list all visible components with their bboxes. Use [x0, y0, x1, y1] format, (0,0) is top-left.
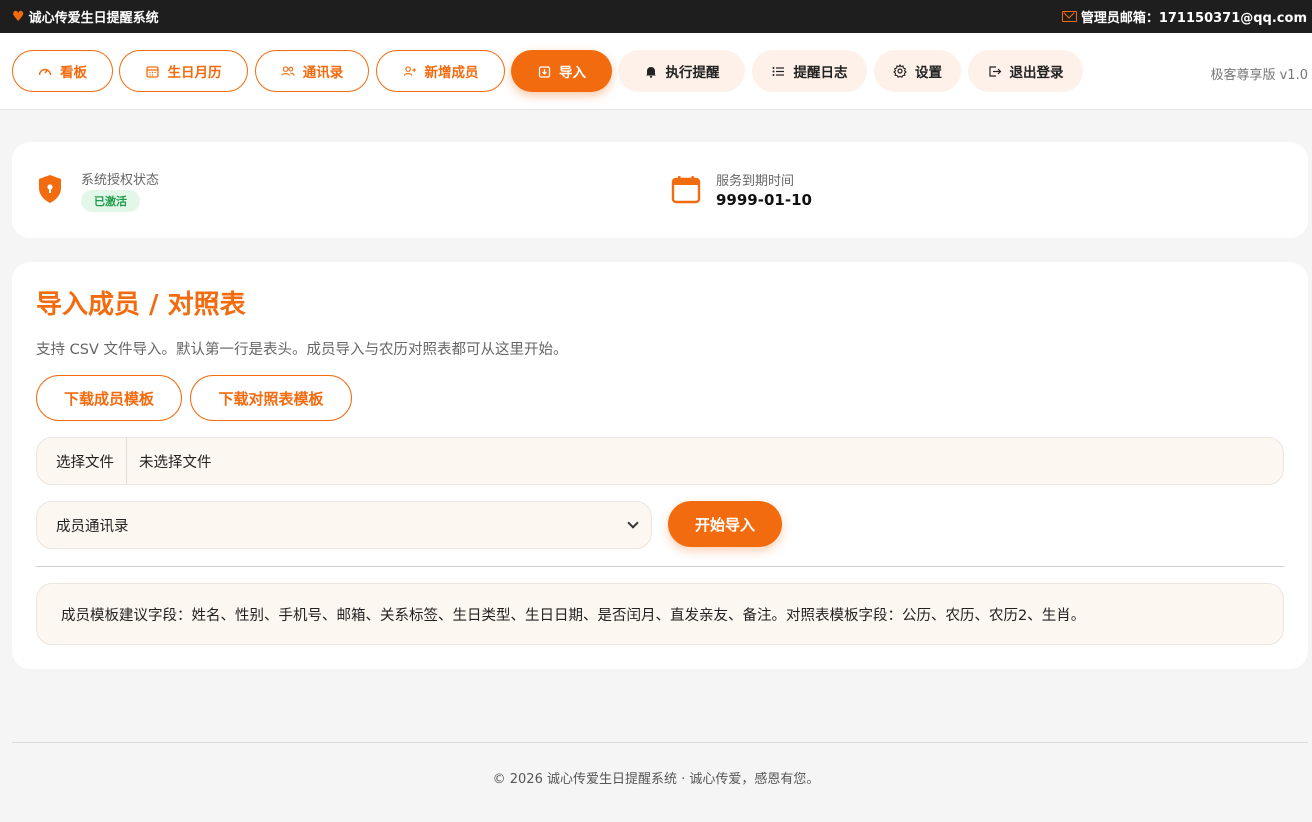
- user-plus-icon: [403, 65, 417, 77]
- license-status-badge: 已激活: [81, 190, 140, 212]
- nav-run-reminder-button[interactable]: 执行提醒: [618, 50, 745, 92]
- nav-import-label: 导入: [559, 65, 586, 81]
- license-status-label: 系统授权状态: [81, 173, 160, 188]
- download-tray-icon: [537, 65, 551, 78]
- nav-reminder-log-label: 提醒日志: [793, 65, 848, 81]
- heart-icon: ♥: [12, 8, 25, 25]
- shield-icon: [39, 175, 61, 203]
- calendar-icon: [671, 176, 701, 204]
- nav-logout-button[interactable]: 退出登录: [968, 50, 1083, 92]
- nav-dashboard-button[interactable]: 看板: [12, 50, 113, 92]
- import-card: 导入成员 / 对照表 支持 CSV 文件导入。默认第一行是表头。成员导入与农历对…: [12, 262, 1308, 669]
- nav-import-button[interactable]: 导入: [511, 50, 612, 92]
- gear-icon: [893, 64, 907, 78]
- nav-birthday-calendar-label: 生日月历: [167, 65, 222, 81]
- users-icon: [281, 65, 295, 77]
- version-label: 极客尊享版 v1.0: [1210, 68, 1308, 83]
- bell-icon: [644, 65, 658, 78]
- nav-contacts-label: 通讯录: [302, 65, 344, 81]
- chevron-down-icon: [627, 517, 639, 529]
- nav-run-reminder-label: 执行提醒: [665, 65, 720, 81]
- import-type-select[interactable]: 成员通讯录: [36, 501, 652, 549]
- nav-contacts-button[interactable]: 通讯录: [255, 50, 369, 92]
- nav-logout-label: 退出登录: [1009, 65, 1064, 81]
- page-title: 导入成员 / 对照表: [36, 290, 246, 320]
- logout-icon: [988, 65, 1002, 78]
- file-input[interactable]: 选择文件 未选择文件: [36, 437, 1284, 485]
- footer-text: © 2026 诚心传爱生日提醒系统 · 诚心传爱，感恩有您。: [492, 772, 820, 787]
- list-icon: [772, 66, 786, 77]
- nav-birthday-calendar-button[interactable]: 生日月历: [119, 50, 248, 92]
- admin-email: 管理员邮箱：171150371@qq.com: [1061, 7, 1307, 26]
- nav-bar: 看板 生日月历 通讯录 新增成员 导入 执行提醒 提醒日志 设置 退出登录 极客…: [0, 33, 1312, 110]
- start-import-button[interactable]: 开始导入: [668, 501, 782, 547]
- admin-email-label: 管理员邮箱：171150371@qq.com: [1080, 11, 1307, 26]
- calendar-icon: [146, 65, 160, 78]
- footer-divider: [12, 742, 1308, 743]
- nav-settings-label: 设置: [915, 65, 942, 81]
- expire-time-value: 9999-01-10: [716, 191, 812, 209]
- template-fields-hint: 成员模板建议字段：姓名、性别、手机号、邮箱、关系标签、生日类型、生日日期、是否闰…: [36, 583, 1284, 645]
- nav-add-member-button[interactable]: 新增成员: [376, 50, 505, 92]
- download-mapping-template-button[interactable]: 下载对照表模板: [190, 375, 352, 421]
- divider: [36, 566, 1284, 567]
- template-fields-hint-text: 成员模板建议字段：姓名、性别、手机号、邮箱、关系标签、生日类型、生日日期、是否闰…: [61, 607, 1086, 624]
- mail-icon: [1061, 11, 1077, 22]
- nav-add-member-label: 新增成员: [424, 65, 479, 81]
- top-bar: ♥ 诚心传爱生日提醒系统 管理员邮箱：171150371@qq.com: [0, 0, 1312, 33]
- expire-time-label: 服务到期时间: [716, 174, 795, 189]
- dashboard-gauge-icon: [38, 65, 52, 77]
- nav-reminder-log-button[interactable]: 提醒日志: [752, 50, 867, 92]
- download-member-template-button[interactable]: 下载成员模板: [36, 375, 182, 421]
- app-name: 诚心传爱生日提醒系统: [28, 11, 159, 26]
- app-brand: ♥ 诚心传爱生日提醒系统: [12, 7, 159, 27]
- choose-file-button[interactable]: 选择文件: [37, 438, 127, 484]
- nav-settings-button[interactable]: 设置: [874, 50, 961, 92]
- import-type-selected: 成员通讯录: [56, 518, 129, 535]
- file-status-text: 未选择文件: [139, 454, 212, 471]
- nav-dashboard-label: 看板: [60, 65, 87, 81]
- import-description: 支持 CSV 文件导入。默认第一行是表头。成员导入与农历对照表都可从这里开始。: [36, 342, 568, 358]
- license-status-card: 系统授权状态 已激活 服务到期时间 9999-01-10: [12, 142, 1308, 238]
